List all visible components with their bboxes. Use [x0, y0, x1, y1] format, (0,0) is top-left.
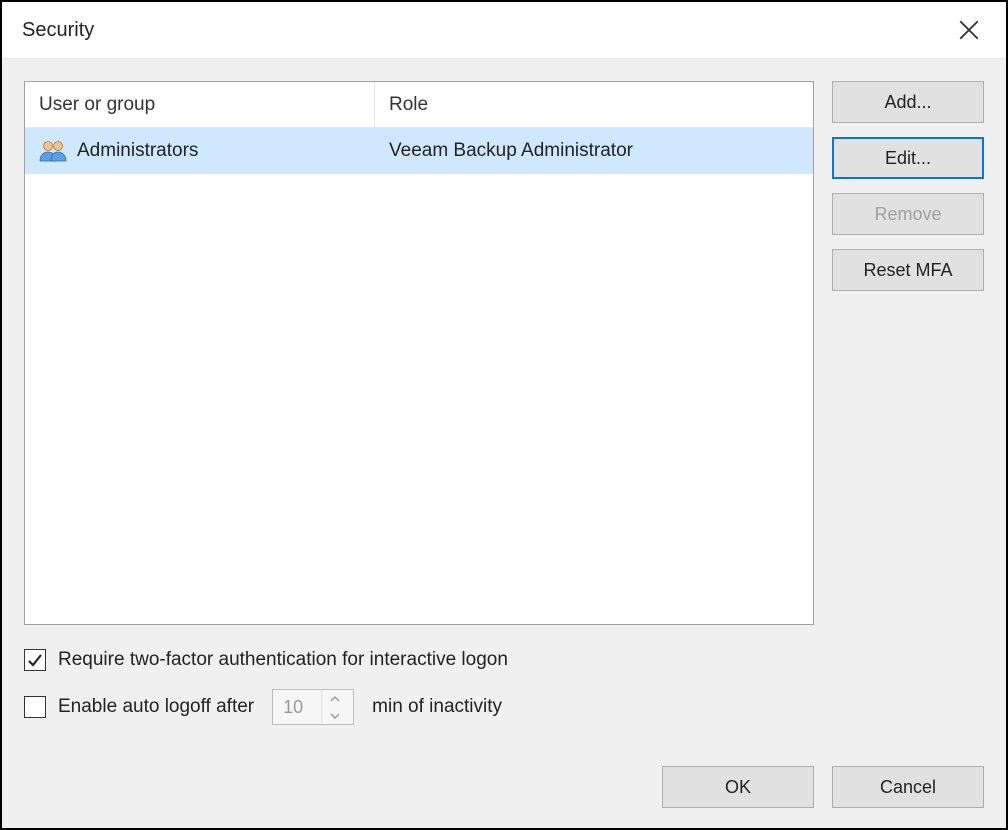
ok-button[interactable]: OK — [662, 766, 814, 808]
cancel-button[interactable]: Cancel — [832, 766, 984, 808]
auto-logoff-value[interactable] — [273, 690, 321, 724]
security-dialog: Security User or group Role — [0, 0, 1008, 830]
client-area: User or group Role Administrators — [2, 58, 1006, 828]
table-row[interactable]: Administrators Veeam Backup Administrato… — [25, 128, 813, 174]
option-require-mfa: Require two-factor authentication for in… — [24, 649, 984, 671]
auto-logoff-checkbox[interactable] — [24, 696, 46, 718]
cell-role: Veeam Backup Administrator — [375, 140, 813, 162]
spinner-down[interactable] — [322, 707, 347, 724]
dialog-title: Security — [22, 19, 94, 42]
spinner-up[interactable] — [322, 690, 347, 707]
auto-logoff-suffix: min of inactivity — [372, 696, 502, 718]
remove-button[interactable]: Remove — [832, 193, 984, 235]
side-buttons: Add... Edit... Remove Reset MFA — [832, 81, 984, 625]
column-header-user[interactable]: User or group — [25, 82, 375, 127]
table-header: User or group Role — [25, 82, 813, 128]
main-row: User or group Role Administrators — [24, 81, 984, 625]
auto-logoff-prefix: Enable auto logoff after — [58, 696, 254, 718]
reset-mfa-button[interactable]: Reset MFA — [832, 249, 984, 291]
edit-button[interactable]: Edit... — [832, 137, 984, 179]
cell-user: Administrators — [25, 140, 375, 162]
add-button[interactable]: Add... — [832, 81, 984, 123]
column-header-role[interactable]: Role — [375, 82, 813, 127]
options-area: Require two-factor authentication for in… — [24, 649, 984, 725]
check-icon — [27, 652, 43, 668]
require-mfa-checkbox[interactable] — [24, 649, 46, 671]
table-body: Administrators Veeam Backup Administrato… — [25, 128, 813, 174]
option-auto-logoff: Enable auto logoff after min of inactivi… — [24, 689, 984, 725]
users-table[interactable]: User or group Role Administrators — [24, 81, 814, 625]
require-mfa-label: Require two-factor authentication for in… — [58, 649, 508, 671]
users-group-icon — [39, 140, 67, 162]
auto-logoff-spinner[interactable] — [272, 689, 354, 725]
spinner-arrows — [321, 690, 347, 724]
footer-buttons: OK Cancel — [662, 766, 984, 808]
chevron-down-icon — [330, 713, 340, 719]
cell-user-text: Administrators — [77, 140, 198, 162]
close-icon — [959, 20, 979, 40]
chevron-up-icon — [330, 696, 340, 702]
close-button[interactable] — [944, 10, 994, 50]
titlebar: Security — [2, 2, 1006, 58]
